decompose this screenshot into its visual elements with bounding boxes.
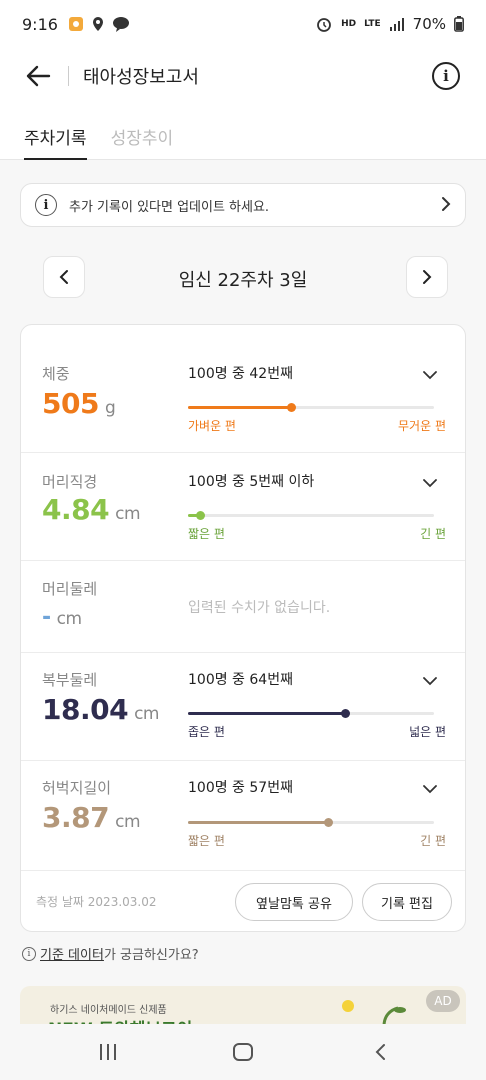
- reference-data-help: i 기준 데이터 가 궁금하신가요?: [22, 944, 199, 963]
- percentile-fill: [188, 406, 292, 409]
- chevron-down-icon[interactable]: [423, 671, 437, 690]
- info-icon: i: [443, 67, 449, 85]
- no-data-message: 입력된 수치가 없습니다.: [188, 600, 331, 616]
- range-high-label: 무거운 편: [398, 419, 446, 433]
- status-bar: 9:16 HD LTE 70%: [0, 0, 486, 48]
- home-button[interactable]: [223, 1038, 263, 1066]
- system-navigation-bar: [0, 1024, 486, 1080]
- week-navigation: 임신 22주차 3일: [0, 256, 486, 300]
- metric-unit: cm: [134, 704, 159, 724]
- recent-apps-icon: [100, 1044, 116, 1060]
- battery-percent: 70%: [412, 15, 446, 33]
- metric-row-femur-length[interactable]: 허벅지길이 3.87 cm 100명 중 57번째 짧은 편 긴 편: [21, 761, 465, 871]
- next-week-button[interactable]: [406, 256, 448, 298]
- photos-icon: [68, 17, 83, 31]
- chevron-down-icon[interactable]: [423, 779, 437, 798]
- range-low-label: 짧은 편: [188, 834, 225, 848]
- measurement-card: 체중 505 g 100명 중 42번째 가벼운 편 무거운 편 머리직경 4.8…: [20, 324, 466, 932]
- metric-unit: g: [104, 398, 116, 418]
- percentile-fill: [188, 821, 329, 824]
- card-footer: 측정 날짜 2023.03.02 옆날맘톡 공유 기록 편집: [21, 871, 465, 931]
- metric-row-head-diameter[interactable]: 머리직경 4.84 cm 100명 중 5번째 이하 짧은 편 긴 편: [21, 453, 465, 561]
- percentile-track: [188, 403, 434, 412]
- percentile-rank: 100명 중 42번째: [188, 366, 293, 382]
- info-icon: i: [22, 946, 36, 961]
- percentile-track: [188, 818, 434, 827]
- chevron-right-icon: [441, 193, 451, 217]
- metric-label: 복부둘레: [42, 671, 98, 689]
- range-high-label: 넓은 편: [409, 725, 446, 739]
- page-title: 태아성장보고서: [83, 67, 199, 88]
- edit-record-button[interactable]: 기록 편집: [362, 883, 452, 921]
- ad-illustration-icon: [342, 1000, 406, 1026]
- system-back-button[interactable]: [360, 1038, 400, 1066]
- reference-data-link[interactable]: 기준 데이터: [40, 944, 104, 963]
- share-button[interactable]: 옆날맘톡 공유: [235, 883, 353, 921]
- tab-weekly-record[interactable]: 주차기록: [24, 104, 87, 160]
- metric-unit: cm: [115, 812, 141, 832]
- metric-label: 체중: [42, 365, 70, 383]
- info-icon: i: [35, 194, 57, 216]
- back-arrow-icon: [26, 65, 51, 87]
- help-suffix: 가 궁금하신가요?: [103, 948, 199, 963]
- header-divider: [68, 66, 69, 86]
- percentile-track: [188, 709, 434, 718]
- metric-unit: cm: [56, 609, 82, 629]
- notice-text: 추가 기록이 있다면 업데이트 하세요.: [69, 199, 270, 215]
- metric-value: - cm: [42, 605, 82, 630]
- app-header: 태아성장보고서 i: [0, 48, 486, 104]
- percentile-marker: [324, 818, 334, 827]
- metric-value: 3.87 cm: [42, 801, 141, 834]
- home-icon: [233, 1043, 253, 1061]
- range-high-label: 긴 편: [420, 834, 446, 848]
- percentile-marker: [341, 709, 351, 718]
- status-time: 9:16: [22, 14, 58, 34]
- battery-icon: [454, 16, 464, 32]
- metric-row-weight[interactable]: 체중 505 g 100명 중 42번째 가벼운 편 무거운 편: [21, 325, 465, 453]
- location-icon: [92, 17, 103, 31]
- metric-label: 머리직경: [42, 473, 98, 491]
- metric-value: 4.84 cm: [42, 493, 141, 526]
- percentile-fill: [188, 712, 346, 715]
- range-low-label: 좁은 편: [188, 725, 225, 739]
- ad-subtitle: 하기스 네이처메이드 신제품: [50, 1005, 167, 1016]
- metric-label: 머리둘레: [42, 580, 98, 598]
- alarm-icon: [317, 18, 331, 32]
- percentile-marker: [196, 511, 206, 520]
- back-chevron-icon: [375, 1044, 385, 1060]
- update-notice[interactable]: i 추가 기록이 있다면 업데이트 하세요.: [20, 183, 466, 227]
- percentile-rank: 100명 중 5번째 이하: [188, 474, 315, 490]
- measurement-date: 측정 날짜 2023.03.02: [36, 895, 157, 909]
- percentile-rank: 100명 중 57번째: [188, 780, 293, 796]
- ad-badge: AD: [426, 990, 460, 1012]
- tab-growth-trend[interactable]: 성장추이: [111, 104, 174, 160]
- lte-tag: LTE: [364, 18, 381, 29]
- notification-icons: [68, 16, 130, 32]
- metric-unit: cm: [115, 504, 141, 524]
- metric-label: 허벅지길이: [42, 779, 112, 797]
- metric-value: 505 g: [42, 387, 116, 420]
- metric-value: 18.04 cm: [42, 693, 159, 726]
- info-button[interactable]: i: [432, 62, 460, 90]
- recent-apps-button[interactable]: [88, 1038, 128, 1066]
- back-button[interactable]: [8, 48, 68, 104]
- chevron-right-icon: [423, 270, 432, 284]
- percentile-rank: 100명 중 64번째: [188, 672, 293, 688]
- percentile-track: [188, 511, 434, 520]
- metric-row-head-circumference: 머리둘레 - cm 입력된 수치가 없습니다.: [21, 561, 465, 653]
- tab-bar: 주차기록 성장추이: [0, 104, 486, 160]
- range-high-label: 긴 편: [420, 527, 446, 541]
- range-low-label: 짧은 편: [188, 527, 225, 541]
- chevron-down-icon[interactable]: [423, 365, 437, 384]
- ad-banner[interactable]: 하기스 네이처메이드 신제품 NEW 도와헤브그이 AD: [20, 986, 466, 1026]
- chat-icon: [112, 17, 129, 32]
- chevron-down-icon[interactable]: [423, 473, 437, 492]
- metric-row-abdominal-circumference[interactable]: 복부둘레 18.04 cm 100명 중 64번째 좁은 편 넓은 편: [21, 653, 465, 761]
- percentile-marker: [287, 403, 297, 412]
- hd-voice-tag: HD: [341, 18, 357, 29]
- range-low-label: 가벼운 편: [188, 419, 236, 433]
- status-right: HD LTE 70%: [315, 15, 464, 33]
- signal-icon: [389, 18, 404, 31]
